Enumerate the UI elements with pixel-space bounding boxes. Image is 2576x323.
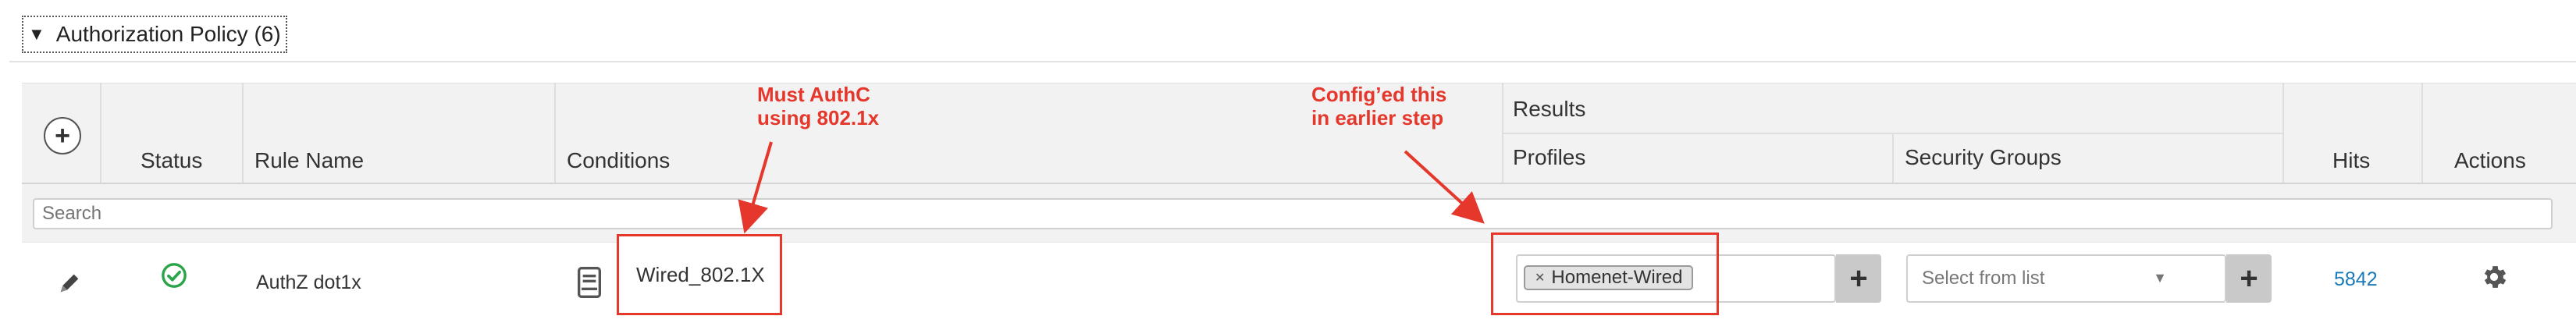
arrow-to-profiles: [1404, 150, 1485, 224]
arrow-to-conditions: [738, 141, 773, 234]
annotation-arrows: [738, 141, 1485, 234]
